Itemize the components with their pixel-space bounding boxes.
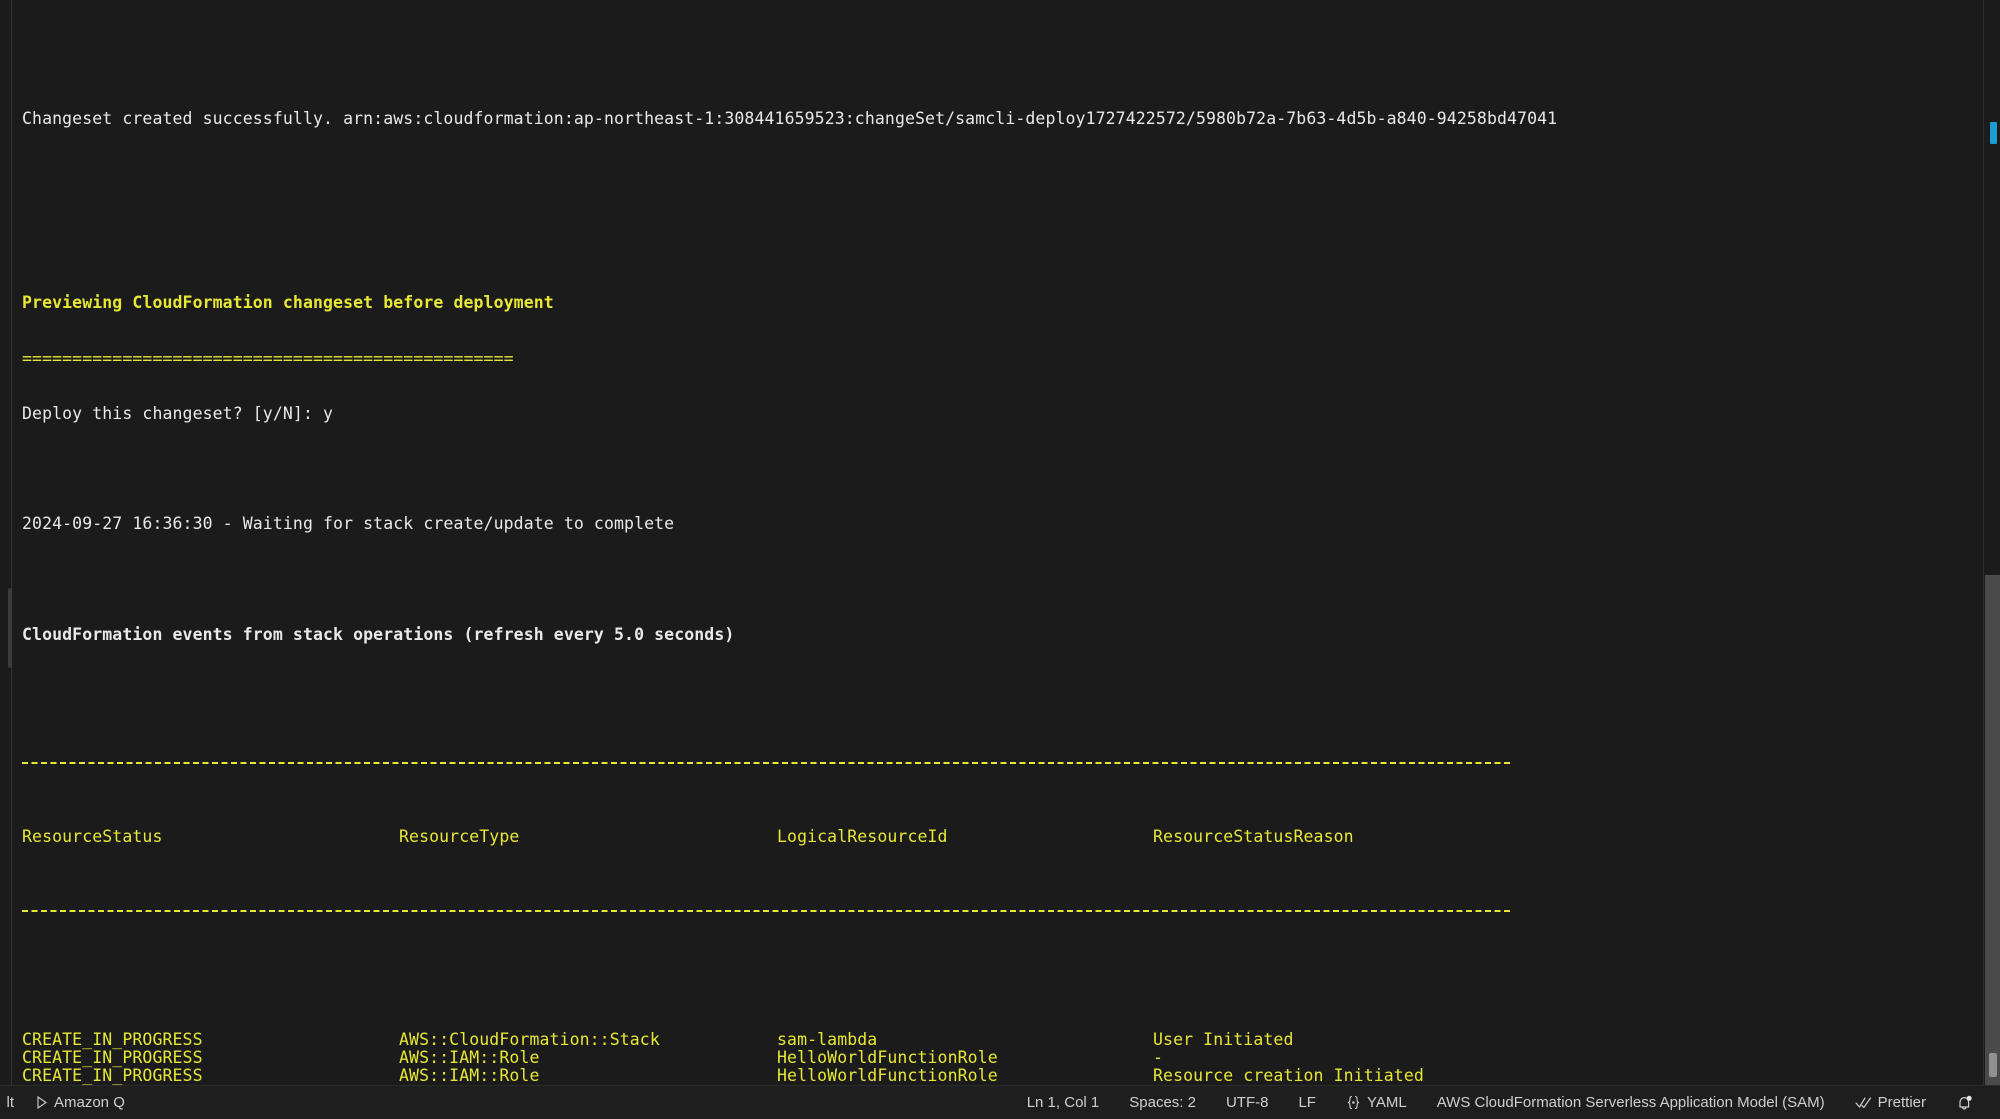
status-bar-notifications[interactable] — [1952, 1092, 1978, 1114]
status-bar-language-mode[interactable]: YAML — [1342, 1092, 1411, 1113]
column-header-logical-resource-id: LogicalResourceId — [777, 827, 948, 847]
status-bar-line-col[interactable]: Ln 1, Col 1 — [1023, 1092, 1104, 1113]
preview-changeset-header: Previewing CloudFormation changeset befo… — [22, 293, 554, 313]
status-bar: lt Amazon Q Ln 1, Col 1 Spaces: 2 UTF-8 … — [0, 1085, 2000, 1119]
braces-icon — [1346, 1095, 1361, 1110]
status-bar-amazon-q[interactable]: Amazon Q — [32, 1092, 129, 1113]
cell-resource-status-reason: Resource creation Initiated — [1153, 1066, 1424, 1085]
terminal-panel[interactable]: Changeset created successfully. arn:aws:… — [0, 0, 2000, 1085]
status-bar-schema[interactable]: AWS CloudFormation Serverless Applicatio… — [1433, 1092, 1829, 1113]
cell-resource-status: CREATE_IN_PROGRESS — [22, 1047, 203, 1067]
events-table-top-rule — [22, 754, 1940, 772]
play-triangle-icon — [36, 1096, 48, 1109]
table-row: CREATE_IN_PROGRESS AWS::CloudFormation::S… — [22, 1029, 1940, 1049]
cell-resource-type: AWS::CloudFormation::Stack — [399, 1029, 660, 1049]
status-bar-left: lt Amazon Q — [0, 1092, 129, 1113]
status-bar-formatter-label: Prettier — [1877, 1094, 1926, 1111]
terminal-output: Changeset created successfully. arn:aws:… — [22, 0, 1940, 1085]
cell-resource-status-reason: User Initiated — [1153, 1029, 1294, 1049]
column-header-resource-type: ResourceType — [399, 827, 520, 847]
status-bar-language-label: YAML — [1366, 1094, 1407, 1111]
events-header: CloudFormation events from stack operati… — [22, 624, 735, 644]
deploy-prompt-line: Deploy this changeset? [y/N]: y — [22, 403, 334, 423]
waiting-for-stack-line: 2024-09-27 16:36:30 - Waiting for stack … — [22, 514, 675, 534]
status-bar-amazon-q-label: Amazon Q — [54, 1094, 125, 1111]
cell-logical-resource-id: HelloWorldFunctionRole — [777, 1047, 998, 1067]
double-check-icon — [1855, 1096, 1872, 1109]
overview-ruler-mark[interactable] — [1990, 122, 1997, 144]
terminal-left-divider — [11, 0, 12, 1085]
table-row: CREATE_IN_PROGRESS AWS::IAM::Role HelloWor… — [22, 1047, 1940, 1067]
events-table-body: CREATE_IN_PROGRESS AWS::CloudFormation::S… — [22, 1029, 1940, 1085]
vscode-window: Changeset created successfully. arn:aws:… — [0, 0, 2000, 1119]
status-bar-indentation[interactable]: Spaces: 2 — [1125, 1092, 1200, 1113]
changeset-created-line: Changeset created successfully. arn:aws:… — [22, 109, 1558, 129]
cell-resource-type: AWS::IAM::Role — [399, 1066, 540, 1085]
table-row: CREATE_IN_PROGRESS AWS::IAM::Role HelloWor… — [22, 1066, 1940, 1085]
bell-icon — [1956, 1094, 1974, 1112]
cell-resource-status-reason: - — [1153, 1047, 1164, 1067]
status-bar-clipped-item[interactable]: lt — [0, 1092, 18, 1113]
status-bar-right: Ln 1, Col 1 Spaces: 2 UTF-8 LF YAML AWS … — [1023, 1092, 1990, 1114]
terminal-scrollbar-track[interactable] — [1985, 575, 2000, 1085]
events-table-header-rule — [22, 902, 1940, 920]
status-bar-eol[interactable]: LF — [1294, 1092, 1320, 1113]
terminal-scrollbar-thumb[interactable] — [1989, 1053, 1997, 1077]
preview-changeset-rule: ========================================… — [22, 348, 514, 368]
column-header-resource-status-reason: ResourceStatusReason — [1153, 827, 1354, 847]
cell-logical-resource-id: HelloWorldFunctionRole — [777, 1066, 998, 1085]
cell-logical-resource-id: sam-lambda — [777, 1029, 878, 1049]
status-bar-encoding[interactable]: UTF-8 — [1222, 1092, 1273, 1113]
events-table-header-row: ResourceStatus ResourceType LogicalResou… — [22, 827, 1940, 847]
terminal-left-scroll-indicator[interactable] — [8, 588, 12, 668]
cell-resource-type: AWS::IAM::Role — [399, 1047, 540, 1067]
column-header-resource-status: ResourceStatus — [22, 827, 163, 847]
cell-resource-status: CREATE_IN_PROGRESS — [22, 1066, 203, 1085]
cell-resource-status: CREATE_IN_PROGRESS — [22, 1029, 203, 1049]
status-bar-formatter[interactable]: Prettier — [1851, 1092, 1930, 1113]
